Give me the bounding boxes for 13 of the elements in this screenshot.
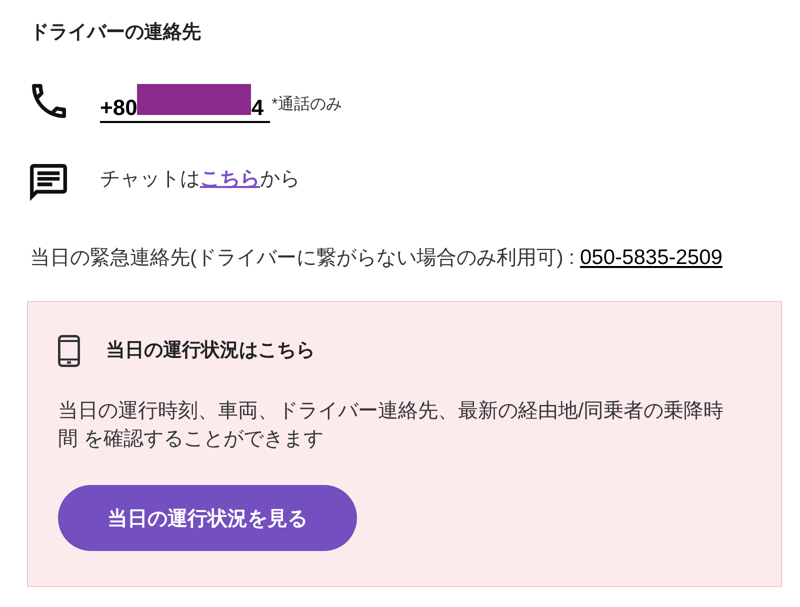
emergency-contact-text: 当日の緊急連絡先(ドライバーに繋がらない場合のみ利用可) : 050-5835-2509	[30, 245, 724, 271]
phone-icon	[32, 84, 66, 118]
card-description: 当日の運行時刻、車両、ドライバー連絡先、最新の経由地/同乗者の乗降時間 を確認することができます	[58, 399, 725, 452]
card-title: 当日の運行状況はこちら	[106, 339, 315, 363]
view-status-button[interactable]: 当日の運行状況を見る	[58, 485, 357, 551]
chat-text: チャットはこちらから	[100, 166, 300, 192]
chat-icon	[30, 164, 67, 201]
mobile-phone-icon	[58, 335, 80, 367]
call-only-note: *通話のみ	[272, 94, 342, 114]
phone-link[interactable]: +80 4	[100, 84, 270, 122]
section-title: ドライバーの連絡先	[30, 21, 202, 45]
emergency-phone-link[interactable]: 050-5835-2509	[580, 246, 722, 269]
chat-link[interactable]: こちら	[200, 168, 260, 190]
